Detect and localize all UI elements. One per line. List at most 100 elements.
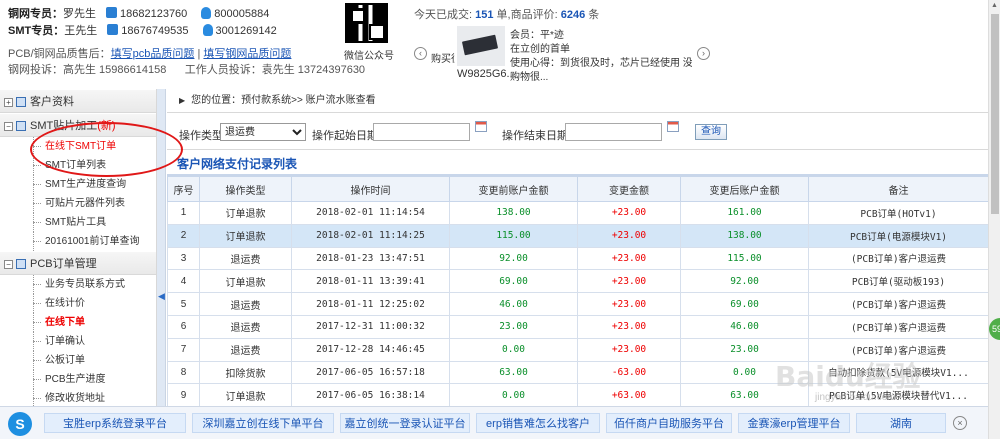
pcb-feedback-link[interactable]: 填写pcb品质问题 xyxy=(111,48,195,60)
carousel-next-icon[interactable]: › xyxy=(697,47,710,60)
sidebar-item-online-order[interactable]: 在线下单 xyxy=(0,313,156,332)
review-line-2: 使用心得：到货很及时，芯片已经使用 没有图 xyxy=(510,58,692,69)
sidebar-item-smt-components[interactable]: 可贴片元器件列表 xyxy=(0,194,156,213)
review-line-3: 购物很... xyxy=(510,72,549,83)
table-row[interactable]: 3 退运费 2018-01-23 13:47:51 92.00 +23.00 115.00… xyxy=(167,246,988,271)
sidebar-item-pcb-progress[interactable]: PCB生产进度 xyxy=(0,370,156,389)
sidebar-group-customer[interactable]: + 客户资料 xyxy=(0,89,156,113)
breadcrumb-arrow-icon: ▶ xyxy=(179,96,186,105)
cell-change: +63.00 xyxy=(577,383,681,406)
cell-change: +23.00 xyxy=(577,223,681,248)
header-after: 变更后账户金额 xyxy=(680,176,809,202)
carousel-prev-icon[interactable]: ‹ xyxy=(414,47,427,60)
table-row[interactable]: 4 订单退款 2018-01-11 13:39:41 69.00 +23.00 92.00… xyxy=(167,269,988,294)
product-image[interactable] xyxy=(457,26,505,66)
sidebar-item-smt-tools[interactable]: SMT贴片工具 xyxy=(0,213,156,232)
query-button[interactable]: 查询 xyxy=(695,124,727,140)
cell-after: 161.00 xyxy=(680,201,809,225)
calendar-icon[interactable] xyxy=(667,121,679,132)
cell-type: 订单退款 xyxy=(199,201,292,225)
sidebar-item-old-orders[interactable]: 20161001前订单查询 xyxy=(0,232,156,251)
cell-change: +23.00 xyxy=(577,201,681,225)
bottom-link[interactable]: erp销售难怎么找客户 xyxy=(476,413,600,433)
sidebar-group-label: PCB订单管理 xyxy=(30,258,97,270)
copper-agent-name: 罗先生 xyxy=(63,8,96,20)
cell-type: 扣除货款 xyxy=(199,360,292,385)
product-code[interactable]: W9825G6... xyxy=(457,68,516,80)
bottom-link[interactable]: 宝胜erp系统登录平台 xyxy=(44,413,186,433)
qq-icon[interactable] xyxy=(202,24,213,36)
vertical-scrollbar[interactable]: ▲ xyxy=(988,0,1000,439)
scroll-up-icon[interactable]: ▲ xyxy=(991,2,998,9)
bottom-link[interactable]: 嘉立创统一登录认证平台 xyxy=(340,413,470,433)
bottom-link[interactable]: 深圳嘉立创在线下单平台 xyxy=(192,413,334,433)
cell-change: +23.00 xyxy=(577,292,681,316)
collapse-icon[interactable]: − xyxy=(4,260,13,269)
smt-agent-label: SMT专员： xyxy=(8,25,65,37)
sidebar-item-online-quote[interactable]: 在线计价 xyxy=(0,294,156,313)
stencil-feedback-link[interactable]: 填写钢网品质问题 xyxy=(203,48,291,60)
header-before: 变更前账户金额 xyxy=(449,176,578,202)
expand-icon[interactable]: + xyxy=(4,98,13,107)
cell-change: +23.00 xyxy=(577,269,681,294)
wechat-qr-code xyxy=(345,3,388,43)
cell-before: 138.00 xyxy=(449,201,578,225)
table-row[interactable]: 6 退运费 2017-12-31 11:00:32 23.00 +23.00 46.00(… xyxy=(167,314,988,339)
bottom-link[interactable]: 佰仟商户自助服务平台 xyxy=(606,413,732,433)
cell-after: 46.00 xyxy=(680,314,809,339)
bottom-link[interactable]: 金赛濠erp管理平台 xyxy=(738,413,850,433)
table-row[interactable]: 1 订单退款 2018-02-01 11:14:54 138.00 +23.00 161.… xyxy=(167,201,988,225)
cell-note: (PCB订单)客户退运费 xyxy=(808,246,988,271)
separator: | xyxy=(197,48,201,60)
review-member: 会员：平*迹 xyxy=(510,30,564,41)
qr-label: 微信公众号 xyxy=(344,51,394,62)
type-select[interactable]: 退运费 xyxy=(220,123,306,141)
collapse-icon[interactable]: − xyxy=(4,122,13,131)
cell-change: +23.00 xyxy=(577,314,681,339)
annotation-circle xyxy=(30,122,183,177)
cell-type: 订单退款 xyxy=(199,223,292,248)
quality-feedback: PCB/铜网品质售后：填写pcb品质问题 | 填写钢网品质问题 xyxy=(8,45,291,61)
today-prefix: 今天已成交: xyxy=(414,9,473,21)
qq-icon[interactable] xyxy=(201,7,212,19)
cell-no: 7 xyxy=(167,337,200,362)
phone-icon xyxy=(106,7,117,18)
table-row[interactable]: 5 退运费 2018-01-11 12:25:02 46.00 +23.00 69.00(… xyxy=(167,292,988,316)
header-note: 备注 xyxy=(808,176,988,202)
logo-icon[interactable]: S xyxy=(8,412,32,436)
cell-time: 2018-01-11 13:39:41 xyxy=(291,269,450,294)
sidebar-item-agent-contact[interactable]: 业务专员联系方式 xyxy=(0,275,156,294)
cell-no: 3 xyxy=(167,246,200,271)
scrollbar-thumb[interactable] xyxy=(991,14,999,214)
sidebar-item-edit-address[interactable]: 修改收货地址 xyxy=(0,389,156,406)
table-header-row: 序号 操作类型 操作时间 变更前账户金额 变更金额 变更后账户金额 备注 xyxy=(167,176,988,202)
table-title: 客户网络支付记录列表 xyxy=(167,150,988,176)
carousel-prev-text: 购买很 xyxy=(431,54,455,65)
quality-supervisor-label: PCB/铜网品质售后： xyxy=(8,48,111,60)
sidebar-group-pcb[interactable]: − PCB订单管理 xyxy=(0,251,156,275)
collapse-arrow-icon[interactable]: ◀ xyxy=(158,291,165,302)
cell-type: 退运费 xyxy=(199,292,292,316)
bottom-link[interactable]: 湖南 xyxy=(856,413,946,433)
end-date-input[interactable] xyxy=(565,123,662,141)
cell-no: 8 xyxy=(167,360,200,385)
cell-before: 0.00 xyxy=(449,337,578,362)
breadcrumb: ▶ 您的位置：预付款系统>> 账户流水账查看 xyxy=(167,89,988,113)
sidebar-item-panel-order[interactable]: 公板订单 xyxy=(0,351,156,370)
close-icon[interactable]: × xyxy=(953,416,967,430)
today-count: 151 xyxy=(475,9,494,21)
header-change: 变更金额 xyxy=(577,176,681,202)
copper-qq[interactable]: 800005884 xyxy=(214,8,269,20)
cell-time: 2018-01-23 13:47:51 xyxy=(291,246,450,271)
sidebar-item-order-confirm[interactable]: 订单确认 xyxy=(0,332,156,351)
start-date-input[interactable] xyxy=(373,123,470,141)
cell-change: -63.00 xyxy=(577,360,681,385)
smt-qq[interactable]: 3001269142 xyxy=(216,25,277,37)
copper-agent-contact: 铜网专员：罗先生 18682123760 800005884 xyxy=(8,5,269,21)
folder-icon xyxy=(16,259,26,269)
table-row[interactable]: 2 订单退款 2018-02-01 11:14:25 115.00 +23.00 138.… xyxy=(167,223,988,248)
type-label: 操作类型: xyxy=(179,130,227,142)
sidebar-item-smt-progress[interactable]: SMT生产进度查询 xyxy=(0,175,156,194)
calendar-icon[interactable] xyxy=(475,121,487,132)
sidebar-group-label: 客户资料 xyxy=(30,96,74,108)
